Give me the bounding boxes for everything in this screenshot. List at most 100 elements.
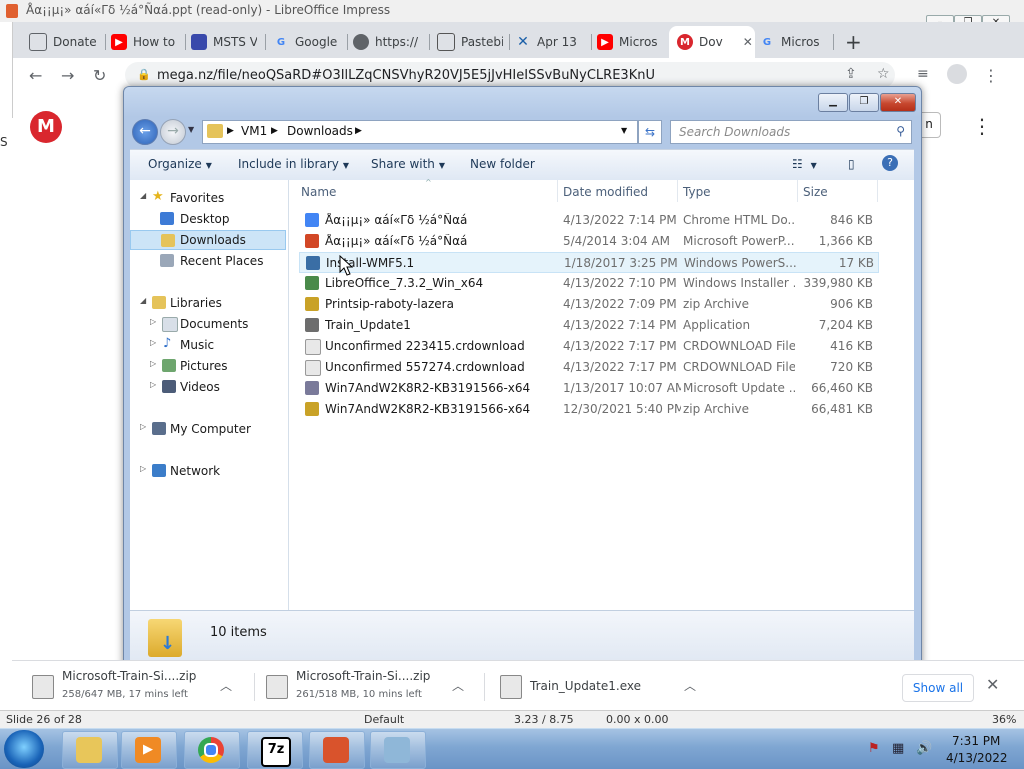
clock-date[interactable]: 4/13/2022	[946, 751, 1008, 765]
tab-donate[interactable]: Donate	[29, 28, 99, 56]
mega-logo[interactable]: M	[30, 111, 62, 143]
download-item-3[interactable]: Train_Update1.exe ︿	[500, 661, 710, 711]
help-icon[interactable]: ?	[882, 155, 898, 171]
tab-pastebin[interactable]: Pastebi	[437, 28, 503, 56]
share-icon[interactable]: ⇪	[845, 66, 857, 82]
nav-network[interactable]: ▷ Network	[130, 461, 286, 481]
tab-google[interactable]: G Google	[273, 28, 339, 56]
explorer-close-button[interactable]: ✕	[880, 93, 916, 112]
action-center-flag-icon[interactable]: ⚑	[868, 741, 880, 756]
profile-avatar-icon[interactable]	[947, 64, 967, 84]
new-tab-button[interactable]: +	[845, 28, 865, 56]
network-tray-icon[interactable]: ▦	[892, 741, 904, 756]
column-divider[interactable]	[877, 180, 878, 202]
file-row[interactable]: Åα¡¡µ¡» αáí«Γδ ½á°Ñαá 4/13/2022 7:14 PM Ch…	[299, 210, 879, 231]
media-queue-icon[interactable]: ≡	[917, 66, 929, 82]
nav-desktop[interactable]: Desktop	[130, 209, 286, 229]
tab-apr13[interactable]: ✕ Apr 13	[515, 28, 581, 56]
expand-arrow-icon[interactable]: ▷	[140, 422, 146, 431]
taskbar-chrome[interactable]	[184, 731, 240, 769]
tab-downloads-active[interactable]: M Dov ✕	[669, 26, 755, 58]
breadcrumb-arrow[interactable]: ▶	[227, 126, 234, 136]
search-box[interactable]: Search Downloads ⚲	[670, 120, 912, 144]
refresh-icon[interactable]: ⇆	[638, 120, 662, 144]
taskbar-libreoffice-impress[interactable]	[309, 731, 365, 769]
taskbar-other-app[interactable]	[370, 731, 426, 769]
column-name[interactable]: Name	[301, 185, 336, 199]
chevron-up-icon[interactable]: ︿	[220, 677, 232, 694]
taskbar-explorer[interactable]	[62, 731, 118, 769]
start-button[interactable]	[4, 730, 44, 768]
close-shelf-icon[interactable]: ✕	[986, 675, 999, 694]
view-options-icon[interactable]: ☷ ▼	[792, 157, 817, 171]
expand-arrow-icon[interactable]: ▷	[150, 380, 156, 389]
tab-https[interactable]: https://	[353, 28, 421, 56]
show-all-button[interactable]: Show all	[902, 674, 974, 702]
expand-arrow-icon[interactable]: ▷	[140, 464, 146, 473]
download-item-2[interactable]: Microsoft-Train-Si....zip 261/518 MB, 10…	[266, 661, 476, 711]
file-row[interactable]: Åα¡¡µ¡» αáí«Γδ ½á°Ñαá 5/4/2014 3:04 AM Mic…	[299, 231, 879, 252]
back-icon[interactable]: ←	[29, 66, 42, 85]
taskbar-media-player[interactable]: ▶	[121, 731, 177, 769]
tab-micros-2[interactable]: G Micros	[759, 28, 825, 56]
chevron-up-icon[interactable]: ︿	[684, 677, 696, 694]
breadcrumb-downloads[interactable]: Downloads	[287, 124, 353, 138]
forward-icon[interactable]: →	[61, 66, 74, 85]
expand-arrow-icon[interactable]: ▷	[150, 338, 156, 347]
file-row[interactable]: Unconfirmed 557274.crdownload 4/13/2022 7…	[299, 357, 879, 378]
breadcrumb-arrow[interactable]: ▶	[271, 126, 278, 136]
column-size[interactable]: Size	[803, 185, 828, 199]
column-divider[interactable]	[797, 180, 798, 202]
taskbar-7zip[interactable]: 7z	[247, 731, 303, 769]
nav-music[interactable]: ▷ ♪ Music	[130, 335, 286, 355]
bookmark-star-icon[interactable]: ☆	[877, 66, 890, 82]
explorer-back-button[interactable]: ←	[132, 119, 158, 145]
tab-close-icon[interactable]: ✕	[743, 35, 753, 49]
omnibox[interactable]: 🔒 mega.nz/file/neoQSaRD#O3IlLZqCNSVhyR20…	[125, 62, 895, 88]
tab-msts[interactable]: MSTS V	[191, 28, 257, 56]
nav-favorites[interactable]: ◢ ★ Favorites	[130, 188, 286, 208]
reload-icon[interactable]: ↻	[93, 66, 106, 85]
recent-pages-chevron-icon[interactable]: ▼	[188, 125, 194, 134]
breadcrumb-vm1[interactable]: VM1	[241, 124, 267, 138]
nav-my-computer[interactable]: ▷ My Computer	[130, 419, 286, 439]
preview-pane-icon[interactable]: ▯	[848, 157, 855, 171]
file-row[interactable]: Printsip-raboty-lazera 4/13/2022 7:09 PM z…	[299, 294, 879, 315]
file-row[interactable]: Win7AndW2K8R2-KB3191566-x64 1/13/2017 10:…	[299, 378, 879, 399]
breadcrumb[interactable]: ▶ VM1 ▶ Downloads ▶ ▼	[202, 120, 638, 144]
file-row[interactable]: Unconfirmed 223415.crdownload 4/13/2022 7…	[299, 336, 879, 357]
expand-arrow-icon[interactable]: ◢	[140, 191, 146, 200]
nav-videos[interactable]: ▷ Videos	[130, 377, 286, 397]
clock-time[interactable]: 7:31 PM	[952, 734, 1000, 748]
include-in-library-button[interactable]: Include in library ▼	[238, 157, 349, 171]
chevron-up-icon[interactable]: ︿	[452, 677, 464, 694]
file-row[interactable]: Win7AndW2K8R2-KB3191566-x64 12/30/2021 5:…	[299, 399, 879, 420]
nav-libraries[interactable]: ◢ Libraries	[130, 293, 286, 313]
expand-arrow-icon[interactable]: ▷	[150, 359, 156, 368]
nav-documents[interactable]: ▷ Documents	[130, 314, 286, 334]
file-row[interactable]: LibreOffice_7.3.2_Win_x64 4/13/2022 7:10 …	[299, 273, 879, 294]
chrome-menu-icon[interactable]: ⋮	[983, 66, 999, 85]
tab-micros-1[interactable]: ▶ Micros	[597, 28, 663, 56]
explorer-maximize-button[interactable]: ❐	[849, 93, 879, 112]
file-row[interactable]: Install-WMF5.1 1/18/2017 3:25 PM Windows P…	[299, 252, 879, 273]
nav-downloads[interactable]: Downloads	[130, 230, 286, 250]
explorer-forward-button[interactable]: →	[160, 119, 186, 145]
breadcrumb-arrow[interactable]: ▶	[355, 126, 362, 136]
column-type[interactable]: Type	[683, 185, 711, 199]
column-date-modified[interactable]: Date modified	[563, 185, 648, 199]
explorer-minimize-button[interactable]: ▁	[818, 93, 848, 112]
mega-menu-icon[interactable]: ⋮	[972, 114, 992, 138]
volume-icon[interactable]: 🔊	[916, 741, 932, 756]
new-folder-button[interactable]: New folder	[470, 157, 535, 171]
expand-arrow-icon[interactable]: ◢	[140, 296, 146, 305]
column-divider[interactable]	[557, 180, 558, 202]
column-divider[interactable]	[677, 180, 678, 202]
address-dropdown-icon[interactable]: ▼	[621, 126, 627, 135]
organize-button[interactable]: Organize ▼	[148, 157, 212, 171]
share-with-button[interactable]: Share with ▼	[371, 157, 445, 171]
expand-arrow-icon[interactable]: ▷	[150, 317, 156, 326]
nav-pictures[interactable]: ▷ Pictures	[130, 356, 286, 376]
tab-how-to[interactable]: ▶ How to	[111, 28, 177, 56]
nav-recent-places[interactable]: Recent Places	[130, 251, 286, 271]
